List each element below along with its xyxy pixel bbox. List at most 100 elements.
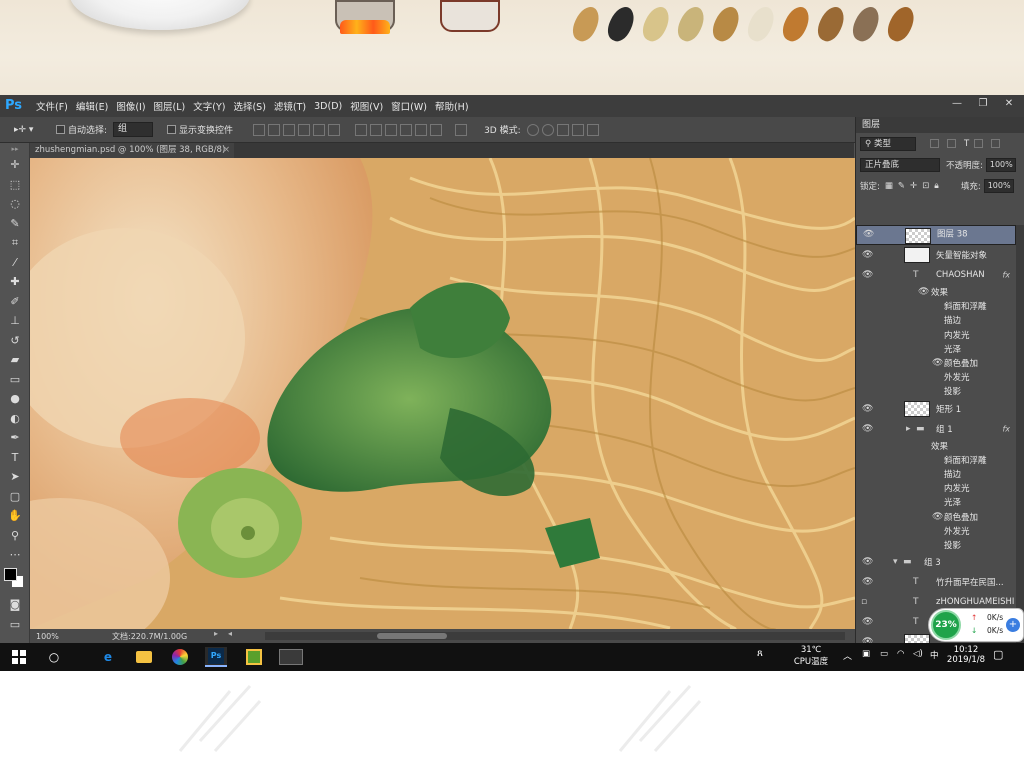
menu-view[interactable]: 视图(V) [350,99,383,113]
layer-effect-row[interactable]: 内发光 [856,328,1016,342]
lock-transparent-icon[interactable]: ▦ [885,181,893,191]
layer-effect-row[interactable]: 👁︎ 颜色叠加 [856,509,1016,523]
minimize-icon[interactable]: — [948,97,966,110]
zoom-tool-icon[interactable]: ⚲ [0,526,30,546]
fill-input[interactable]: 100% [983,178,1014,193]
photoshop-taskbar-icon[interactable]: Ps [205,647,227,667]
layer-row[interactable]: 👁︎ ▸ ▬ 组 1 fx [856,419,1016,439]
layer-effect-row[interactable]: 外发光 [856,370,1016,384]
dodge-tool-icon[interactable]: ◐ [0,409,30,429]
rectangle-tool-icon[interactable]: ▢ [0,487,30,507]
filter-smart-icon[interactable] [991,138,1001,148]
layer-filter-dropdown[interactable]: ⚲ 类型 [860,136,916,151]
visibility-eye-icon[interactable]: 👁︎ [862,424,873,434]
opacity-input[interactable]: 100% [985,157,1016,172]
layer-effect-row[interactable]: 投影 [856,538,1016,552]
more-tools-icon[interactable]: ⋯ [0,545,30,565]
type-tool-icon[interactable]: T [0,448,30,468]
3d-rotate-icon[interactable] [526,123,539,136]
visibility-eye-icon[interactable]: 👁︎ [862,577,873,587]
layer-fx-badge[interactable]: fx [1002,424,1010,433]
document-tab[interactable]: zhushengmian.psd @ 100% (图层 38, RGB/8) × [30,143,234,158]
visibility-eye-icon[interactable]: 👁︎ [862,404,873,414]
volume-icon[interactable]: ◁) [913,649,923,659]
wifi-icon[interactable]: ◠ [897,649,904,659]
edge-browser-icon[interactable]: e [97,647,119,667]
layer-effect-row[interactable]: 效果 [856,439,1016,453]
align-left-icon[interactable] [298,123,311,136]
layer-effect-row[interactable]: 斜面和浮雕 [856,453,1016,467]
layer-effect-row[interactable]: 投影 [856,384,1016,398]
battery-icon[interactable]: ▭ [880,649,888,659]
lock-all-icon[interactable]: 🔒︎ [934,181,939,191]
3d-slide-icon[interactable] [571,123,584,136]
auto-select-dropdown[interactable]: 组 [113,122,154,137]
search-circle-icon[interactable]: ○ [43,647,65,667]
quick-select-tool-icon[interactable]: ✎ [0,214,30,234]
restore-icon[interactable]: ❐ [974,97,992,110]
expand-plus-button[interactable]: + [1006,618,1020,632]
lock-artboard-icon[interactable]: ⊡ [922,181,929,191]
collapse-icon[interactable]: ▸▸ [0,143,30,155]
notifications-icon[interactable]: ▢ [993,648,1003,661]
lock-position-icon[interactable]: ✛ [910,181,917,191]
scroll-left-icon[interactable]: ◂ [228,629,232,638]
distribute-bottom-icon[interactable] [385,123,398,136]
history-brush-tool-icon[interactable]: ↺ [0,331,30,351]
clone-stamp-tool-icon[interactable]: ⊥ [0,311,30,331]
layer-row[interactable]: 👁︎ T CHAOSHAN fx [856,265,1016,285]
eraser-tool-icon[interactable]: ▰ [0,350,30,370]
blend-mode-dropdown[interactable]: 正片叠底 [860,157,940,172]
menu-layer[interactable]: 图层(L) [154,99,186,113]
app-thumbnail-icon[interactable] [278,647,304,667]
layer-row[interactable]: 👁︎ ▾ ▬ 组 3 [856,552,1016,572]
clock[interactable]: 10:12 2019/1/8 [945,645,987,665]
file-explorer-icon[interactable] [133,647,155,667]
path-select-tool-icon[interactable]: ➤ [0,467,30,487]
layer-effect-row[interactable]: 内发光 [856,481,1016,495]
align-bottom-icon[interactable] [283,123,296,136]
layer-row[interactable]: 👁︎ 矩形 1 [856,399,1016,419]
filter-pixel-icon[interactable] [930,138,939,148]
color-app-icon[interactable] [169,647,191,667]
3d-pan-icon[interactable] [556,123,569,136]
visibility-eye-icon[interactable]: 👁︎ [862,270,873,280]
distribute-top-icon[interactable] [355,123,368,136]
move-tool-icon[interactable]: ✛ [0,155,30,175]
layer-effect-row[interactable]: 描边 [856,313,1016,327]
crop-tool-icon[interactable]: ⌗ [0,233,30,253]
menu-select[interactable]: 选择(S) [233,99,265,113]
distribute-vcenter-icon[interactable] [370,123,383,136]
show-transform-checkbox[interactable] [167,125,177,134]
distribute-right-icon[interactable] [430,123,443,136]
filter-adjust-icon[interactable] [947,138,956,148]
menu-filter[interactable]: 滤镜(T) [274,99,306,113]
layer-effect-row[interactable]: 👁︎ 颜色叠加 [856,356,1016,370]
3d-roll-icon[interactable] [541,123,554,136]
layer-effect-row[interactable]: 光泽 [856,342,1016,356]
document-canvas[interactable] [30,158,855,629]
layer-effect-row[interactable]: 外发光 [856,524,1016,538]
auto-select-checkbox[interactable] [56,125,65,134]
network-speed-widget[interactable]: 23% ↑ 0K/s ↓ 0K/s + [928,608,1024,642]
zoom-level[interactable]: 100% [30,632,64,641]
layer-effect-row[interactable]: 👁︎ 效果 [856,285,1016,299]
visibility-eye-icon[interactable]: 👁︎ [932,358,943,368]
menu-image[interactable]: 图像(I) [116,99,145,113]
horizontal-scrollbar[interactable] [265,632,845,640]
group-toggle-icon[interactable]: ▸ [906,424,911,434]
healing-brush-tool-icon[interactable]: ✚ [0,272,30,292]
close-icon[interactable]: ✕ [1000,97,1018,110]
layers-panel-tab[interactable]: 图层 [856,117,1024,133]
menu-type[interactable]: 文字(Y) [193,99,225,113]
filter-type-icon[interactable]: T [964,139,969,149]
show-hidden-icons-chevron[interactable]: ︿ [843,649,852,662]
ime-icon[interactable]: 中 [930,649,939,661]
layer-effect-row[interactable]: 光泽 [856,495,1016,509]
brush-tool-icon[interactable]: ✐ [0,292,30,312]
visibility-off-icon[interactable]: ▫ [861,597,871,607]
pen-tool-icon[interactable]: ✒ [0,428,30,448]
menu-window[interactable]: 窗口(W) [391,99,427,113]
visibility-eye-icon[interactable]: 👁︎ [932,512,943,522]
menu-file[interactable]: 文件(F) [36,99,68,113]
